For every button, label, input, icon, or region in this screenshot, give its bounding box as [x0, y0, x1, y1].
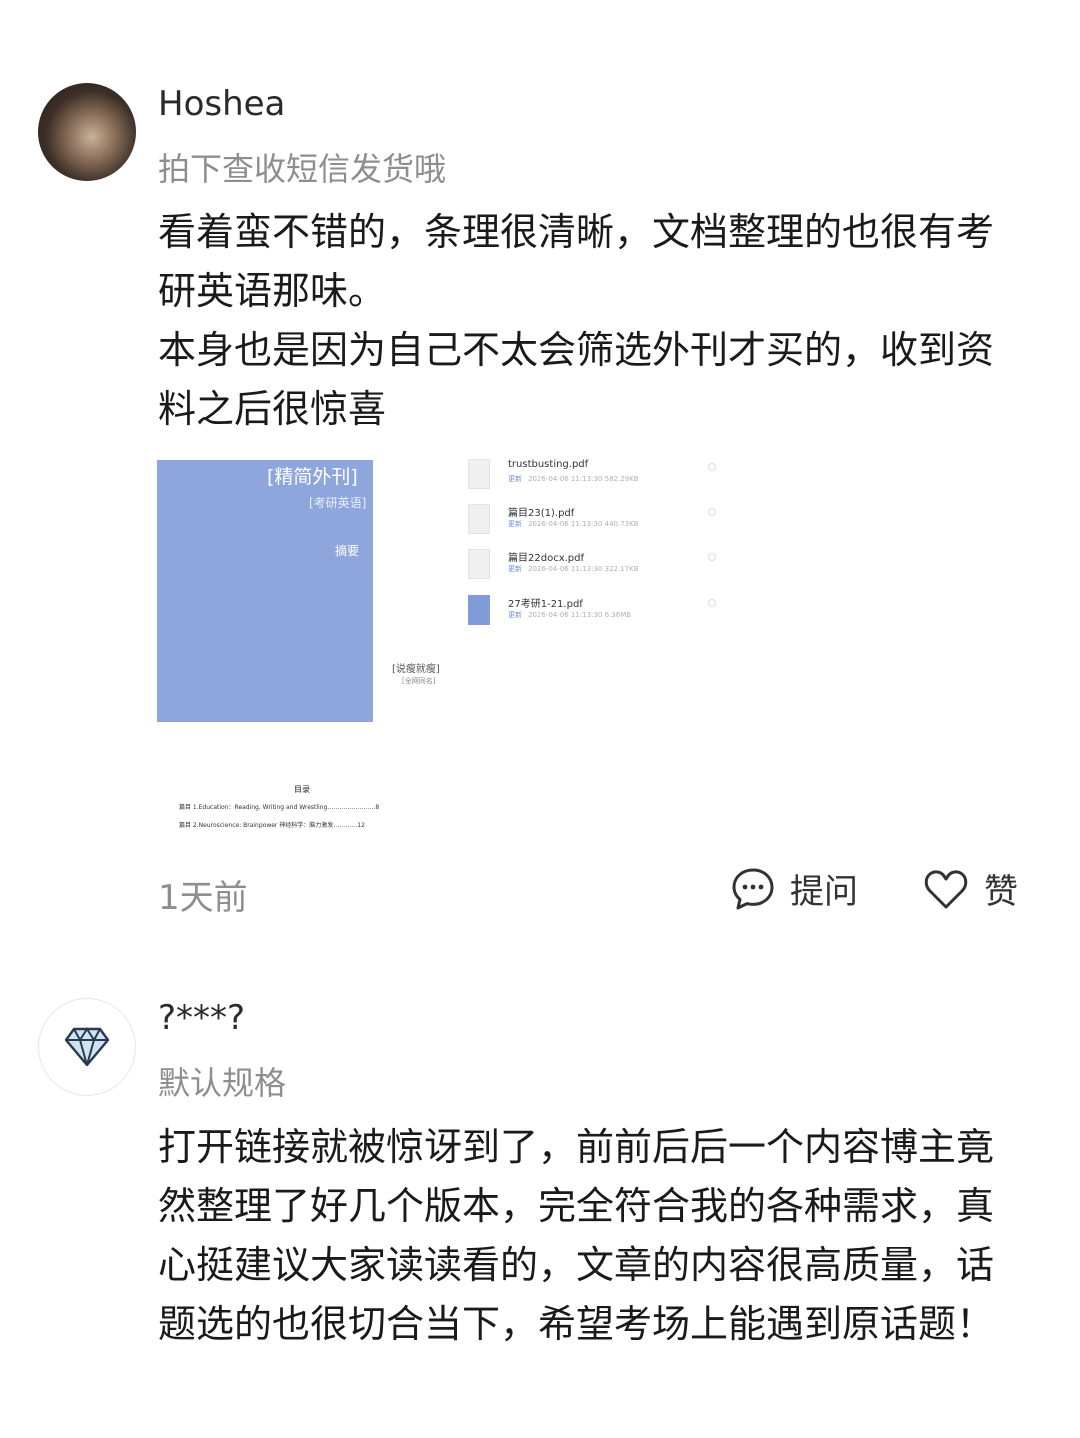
diamond-icon	[64, 1027, 110, 1067]
review-paragraph: 打开链接就被惊讶到了，前前后后一个内容博主竟然整理了好几个版本，完全符合我的各种…	[158, 1125, 995, 1346]
review-text: 打开链接就被惊讶到了，前前后后一个内容博主竟然整理了好几个版本，完全符合我的各种…	[158, 1118, 1018, 1354]
username[interactable]: ?***?	[158, 998, 245, 1038]
product-spec: 默认规格	[158, 1064, 287, 1102]
avatar[interactable]	[38, 998, 136, 1096]
review-item: ?***? 默认规格 打开链接就被惊讶到了，前前后后一个内容博主竟然整理了好几个…	[0, 0, 1080, 1438]
